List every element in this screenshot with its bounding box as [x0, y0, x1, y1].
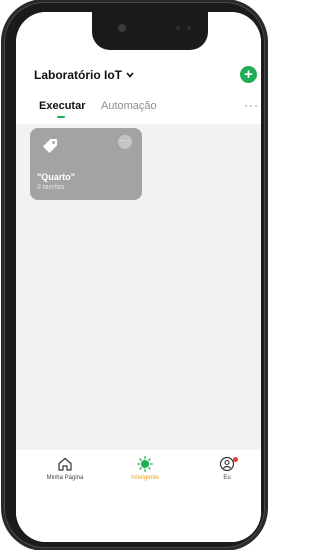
tab-executar[interactable]: Executar — [39, 100, 85, 112]
home-name: Laboratório IoT — [34, 68, 122, 82]
sensor-dot — [176, 26, 180, 30]
nav-label: Eu — [223, 475, 231, 481]
bottom-nav: Minha Página Inteligente Eu — [16, 450, 261, 542]
power-button — [265, 172, 268, 224]
side-button — [1, 152, 4, 174]
volume-button — [1, 182, 4, 222]
smart-icon — [137, 456, 153, 472]
notification-badge — [233, 457, 238, 462]
notch — [92, 12, 208, 50]
scene-name: "Quarto" — [37, 172, 76, 182]
scene-task-count: 3 tarefas — [37, 184, 65, 191]
screen: Laboratório IoT + Executar Automação ···… — [16, 12, 261, 542]
camera-icon — [118, 24, 126, 32]
nav-eu[interactable]: Eu — [192, 456, 261, 481]
nav-label: Minha Página — [46, 475, 84, 481]
scene-more-button[interactable]: ··· — [118, 135, 132, 149]
home-selector[interactable]: Laboratório IoT — [34, 68, 134, 82]
nav-inteligente[interactable]: Inteligente — [110, 456, 180, 481]
phone-frame: Laboratório IoT + Executar Automação ···… — [1, 2, 268, 548]
nav-label: Inteligente — [131, 475, 159, 481]
nav-minha-pagina[interactable]: Minha Página — [30, 456, 100, 481]
tab-automacao[interactable]: Automação — [101, 100, 157, 112]
add-scene-button[interactable]: + — [240, 66, 257, 83]
home-icon — [58, 457, 72, 471]
more-options-button[interactable]: ··· — [244, 98, 259, 112]
active-tab-indicator — [57, 116, 65, 118]
sensor-dot — [187, 26, 191, 30]
chevron-down-icon — [126, 72, 134, 78]
tag-icon — [43, 139, 57, 153]
scene-card[interactable]: ··· "Quarto" 3 tarefas — [30, 128, 142, 200]
